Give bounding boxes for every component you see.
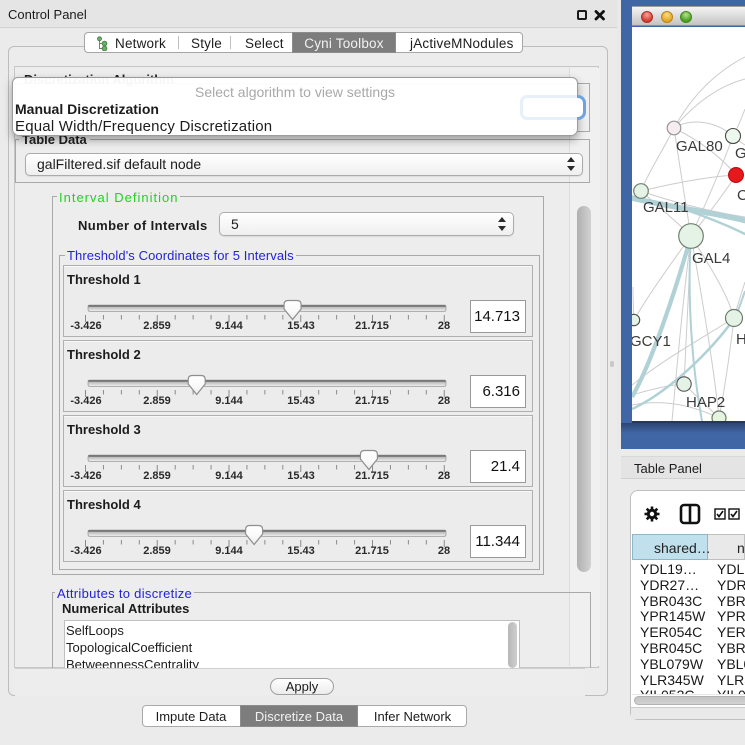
- svg-text:G...: G...: [735, 145, 745, 162]
- svg-text:HAP2: HAP2: [686, 394, 725, 411]
- svg-text:C: C: [737, 187, 745, 204]
- svg-text:GAL80: GAL80: [676, 138, 723, 155]
- svg-text:GAL4: GAL4: [692, 250, 730, 267]
- svg-text:GAL11: GAL11: [643, 199, 689, 216]
- svg-text:GCY1: GCY1: [632, 333, 671, 350]
- svg-text:H: H: [736, 331, 745, 348]
